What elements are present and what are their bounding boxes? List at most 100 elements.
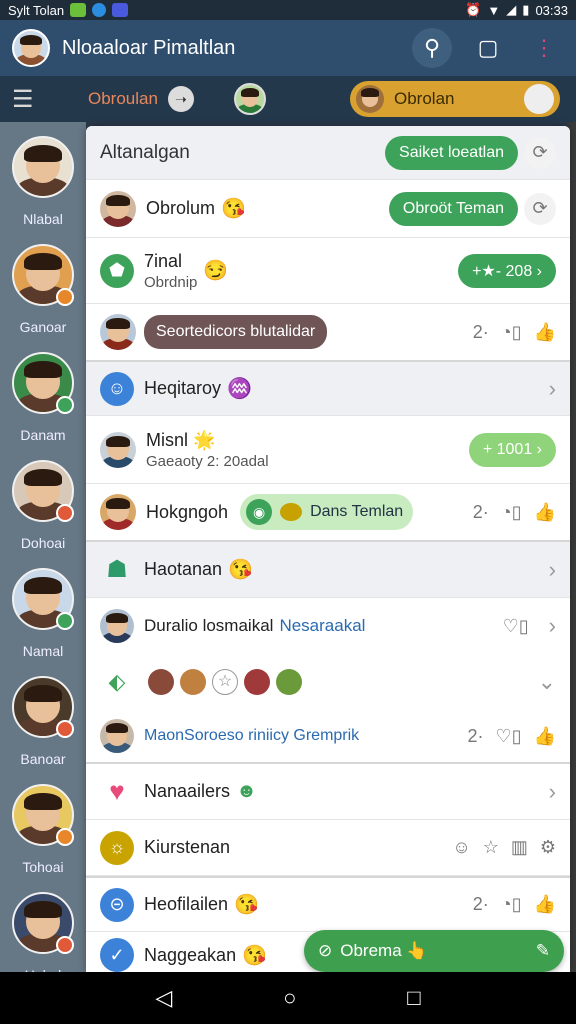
tag-icon: ⬖	[108, 669, 126, 694]
refresh-icon[interactable]: ⟳	[524, 192, 556, 225]
info-icon[interactable]: ➝	[167, 86, 194, 112]
status-badge	[56, 936, 74, 954]
search-icon: ⚲	[423, 35, 441, 60]
list-item-title: MaonSoroeso riniicy Gremprik	[144, 727, 360, 744]
heart-outline-icon[interactable]: ♡▯	[503, 616, 529, 637]
refresh-icon[interactable]: ⟳	[524, 136, 556, 169]
count-text: 2·	[467, 725, 484, 746]
status-badge	[56, 288, 74, 306]
contact-avatar	[100, 190, 136, 227]
rail-contact-label: Ganoar	[19, 319, 67, 335]
list-item[interactable]: ♥ Nanaailers ☻ ›	[86, 764, 570, 820]
like-icon[interactable]: 👍	[534, 502, 556, 523]
rail-contact[interactable]: Banoar	[10, 676, 76, 767]
add-friend-button[interactable]: Obroöt Teman	[388, 191, 518, 226]
battery-icon: ▮	[522, 2, 530, 17]
list-item[interactable]: ☼ Kiurstenan ☺ ☆ ▥ ⚙	[86, 820, 570, 876]
star-outline-icon[interactable]: ☆	[483, 837, 499, 858]
rail-contact[interactable]: Ganoar	[10, 244, 76, 335]
list-item[interactable]: ☗ Haotanan 😘 ›	[86, 542, 570, 598]
recents-icon[interactable]: □	[407, 985, 420, 1011]
contact-avatar	[100, 431, 136, 468]
rail-contact-label: Namal	[22, 643, 64, 659]
like-icon[interactable]: 👍	[534, 894, 556, 915]
list-item-title: 7inal	[144, 250, 183, 271]
list-item-title: Haotanan	[144, 559, 223, 579]
list-item-title: Heofilailen	[144, 894, 229, 914]
contact-avatar[interactable]	[148, 669, 174, 695]
list-item[interactable]: MaonSoroeso riniicy Gremprik 2· ♡▯ 👍	[86, 710, 570, 764]
rail-contact[interactable]: Namal	[10, 568, 76, 659]
list-item-title: Obrolum	[146, 198, 216, 218]
carrier-text: Sylt Tolan	[8, 2, 65, 18]
rail-contact[interactable]: Tohoai	[10, 784, 76, 875]
rail-contact[interactable]: Dohoai	[10, 460, 76, 551]
list-item[interactable]: Hokgngoh ◉ Dans Temlan 2· ◔▯ 👍	[86, 484, 570, 542]
rail-contact-label: Danam	[20, 427, 66, 443]
list-item[interactable]: Seortedicors blutalidar 2· ◔▯ 👍	[86, 304, 570, 362]
profile-avatar[interactable]	[12, 29, 50, 67]
like-icon[interactable]: 👍	[534, 726, 556, 747]
list-item-subtitle: Gaeaoty 2: 20adal	[146, 452, 269, 470]
points-button[interactable]: +★- 208 ›	[458, 253, 556, 288]
rail-contact[interactable]: Danam	[10, 352, 76, 443]
list-item-subtitle: Obrdnip	[144, 273, 198, 291]
menu-icon[interactable]: ☰	[12, 85, 56, 114]
contact-avatar[interactable]	[180, 669, 206, 695]
friend-chip[interactable]: ◉ Dans Temlan	[240, 494, 414, 530]
chevron-right-icon[interactable]: ›	[549, 779, 556, 805]
chevron-down-icon[interactable]: ⌄	[538, 669, 556, 695]
rail-contact-label: Dohoai	[20, 535, 66, 551]
settings-icon[interactable]: ⚙	[540, 837, 556, 858]
smile-outline-icon[interactable]: ☺	[452, 837, 470, 858]
header-action-button[interactable]: Saiket loeatlan	[385, 135, 518, 170]
edit-icon: ✎	[535, 941, 550, 960]
list-item-title: Hokgngoh	[146, 501, 229, 522]
search-button[interactable]: ⚲	[412, 28, 452, 68]
grid-icon[interactable]: ▥	[511, 837, 528, 858]
tab-chat[interactable]: Obroulan	[88, 89, 158, 109]
contact-avatar	[100, 494, 136, 530]
signal-icon: ◢	[506, 2, 517, 17]
compose-icon: ⊘	[318, 941, 333, 960]
list-item[interactable]: Duralio losmaikal Nesaraakal ♡▯ ›	[86, 598, 570, 654]
contact-rail: Nlabal Ganoar Danam Dohoai Namal Banoar Tohoai…	[0, 122, 86, 983]
list-item[interactable]: Obrolum 😘 Obroöt Teman ⟳	[86, 180, 570, 238]
contact-avatar[interactable]	[244, 669, 270, 695]
list-item[interactable]: ⬟ 7inal Obrdnip 😏 +★- 208 ›	[86, 238, 570, 304]
chevron-right-icon[interactable]: ›	[549, 613, 556, 639]
contact-avatar[interactable]	[276, 669, 302, 695]
new-chat-button[interactable]: ⊘ Obrema 👆 ✎	[304, 930, 564, 972]
like-icon[interactable]: 👍	[534, 322, 556, 343]
contact-avatar	[100, 314, 136, 350]
list-item[interactable]: ⊝ Heofilailen 😘 2· ◔▯ 👍	[86, 876, 570, 932]
list-item-title-link[interactable]: Nesaraakal	[279, 616, 365, 636]
sun-icon: ☼	[100, 830, 134, 865]
list-item-title: Kiurstenan	[144, 837, 231, 857]
square-icon[interactable]: ▢	[468, 28, 508, 68]
list-item[interactable]: Misnl 🌟 Gaeaoty 2: 20adal + 1001 ›	[86, 416, 570, 484]
emoji-icon: 😘	[234, 894, 259, 916]
emoji-icon: ☻	[236, 780, 258, 802]
chevron-right-icon[interactable]: ›	[549, 376, 556, 402]
smile-icon: ☺	[100, 371, 134, 406]
more-options-icon[interactable]: ⋮	[524, 28, 564, 68]
reaction-icon[interactable]: ♡▯	[496, 726, 522, 747]
shield-icon: ⬟	[100, 253, 134, 288]
back-icon[interactable]: ◁	[155, 985, 172, 1011]
emoji-icon: 😘	[228, 559, 253, 581]
rail-contact[interactable]: Nlabal	[10, 136, 76, 227]
rail-contact[interactable]: Hahol	[10, 892, 76, 983]
list-item[interactable]: ☺ Heqitaroy ♒ ›	[86, 362, 570, 416]
home-icon[interactable]: ○	[283, 985, 296, 1011]
app-bar: Nloaaloar Pimaltlan ⚲ ▢ ⋮	[0, 20, 576, 76]
rail-contact-label: Tohoai	[22, 859, 64, 875]
star-icon[interactable]: ☆	[212, 669, 238, 695]
points-button[interactable]: + 1001 ›	[468, 432, 556, 467]
chevron-right-icon[interactable]: ›	[549, 557, 556, 583]
reaction-icon[interactable]: ◔▯	[501, 894, 522, 915]
chat-pill-button[interactable]: Obrolan	[350, 81, 560, 117]
reaction-icon[interactable]: ◔▯	[501, 502, 522, 523]
reaction-icon[interactable]: ◔▯	[501, 322, 522, 343]
contact-avatar[interactable]	[233, 83, 266, 115]
